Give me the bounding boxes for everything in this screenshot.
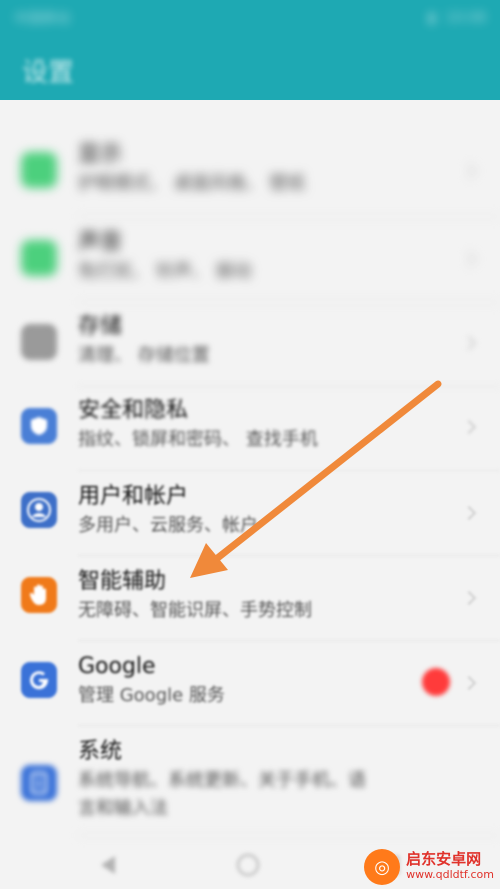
chevron-right-icon xyxy=(461,251,477,267)
back-icon[interactable] xyxy=(101,855,115,874)
status-bar: 中国移动 ▮ 10:08 xyxy=(0,0,500,36)
user-icon xyxy=(21,492,57,528)
info-icon xyxy=(21,765,57,801)
clock-text: 10:08 xyxy=(445,10,486,26)
carrier-text: 中国移动 xyxy=(14,11,70,27)
chevron-right-icon xyxy=(461,505,477,521)
item-sub: 无障碍、智能识屏、手势控制 xyxy=(78,600,312,621)
item-sub: 护眼模式、 桌面风格、 壁纸 xyxy=(78,173,306,194)
chevron-right-icon xyxy=(461,590,477,606)
chevron-right-icon xyxy=(461,163,477,179)
hand-icon xyxy=(21,577,57,613)
settings-item-storage[interactable]: 存储 清理、 存储位置 xyxy=(0,300,500,386)
divider xyxy=(78,835,500,836)
item-sub: 指纹、锁屏和密码、 查找手机 xyxy=(78,429,318,450)
notification-badge xyxy=(422,668,450,696)
app-header: 中国移动 ▮ 10:08 设置 xyxy=(0,0,500,100)
chevron-right-icon xyxy=(461,419,477,435)
watermark-name: 启东安卓网 xyxy=(406,850,482,868)
settings-item-accounts[interactable]: 用户和帐户 多用户、云服务、帐户 xyxy=(0,470,500,556)
item-label: 显示 xyxy=(78,142,123,167)
settings-item-system[interactable]: 系统 系统导航、系统更新、关于手机、语 言和输入法 xyxy=(0,725,500,835)
item-label: 声音 xyxy=(78,230,123,255)
item-label: 用户和帐户 xyxy=(78,484,189,509)
page-title: 设置 xyxy=(22,58,75,88)
shield-icon xyxy=(21,408,57,444)
settings-item-display[interactable]: 显示 护眼模式、 桌面风格、 壁纸 xyxy=(0,128,500,214)
item-sub-line2: 言和输入法 xyxy=(78,798,168,819)
battery-icon: ▮ xyxy=(427,10,436,26)
item-label: 系统 xyxy=(78,739,123,764)
watermark-logo-icon: ◎ xyxy=(364,849,401,885)
item-label: 存储 xyxy=(78,314,123,339)
watermark: ◎ 启东安卓网 www.qdldtf.com xyxy=(364,849,494,885)
item-sub: 清理、 存储位置 xyxy=(78,345,210,366)
item-sub: 管理 Google 服务 xyxy=(78,685,225,706)
item-sub: 免打扰、 铃声、 振动 xyxy=(78,261,252,282)
item-label: 安全和隐私 xyxy=(78,398,189,423)
watermark-url: www.qdldtf.com xyxy=(406,868,494,881)
sound-icon xyxy=(21,240,57,276)
settings-list: 显示 护眼模式、 桌面风格、 壁纸 声音 免打扰、 铃声、 振动 存储 清理、 … xyxy=(0,100,500,840)
chevron-right-icon xyxy=(461,335,477,351)
home-icon[interactable] xyxy=(237,853,259,876)
storage-icon xyxy=(21,324,57,360)
item-label: 智能辅助 xyxy=(78,569,167,594)
settings-item-sound[interactable]: 声音 免打扰、 铃声、 振动 xyxy=(0,216,500,302)
status-right: ▮ 10:08 xyxy=(428,10,486,26)
google-icon xyxy=(21,662,57,698)
chevron-right-icon xyxy=(461,675,477,691)
settings-item-smart-assist[interactable]: 智能辅助 无障碍、智能识屏、手势控制 xyxy=(0,555,500,641)
display-icon xyxy=(21,152,57,188)
item-label: Google xyxy=(78,654,156,679)
item-sub-line1: 系统导航、系统更新、关于手机、语 xyxy=(78,770,366,791)
settings-item-security[interactable]: 安全和隐私 指纹、锁屏和密码、 查找手机 xyxy=(0,384,500,470)
item-sub: 多用户、云服务、帐户 xyxy=(78,515,258,536)
